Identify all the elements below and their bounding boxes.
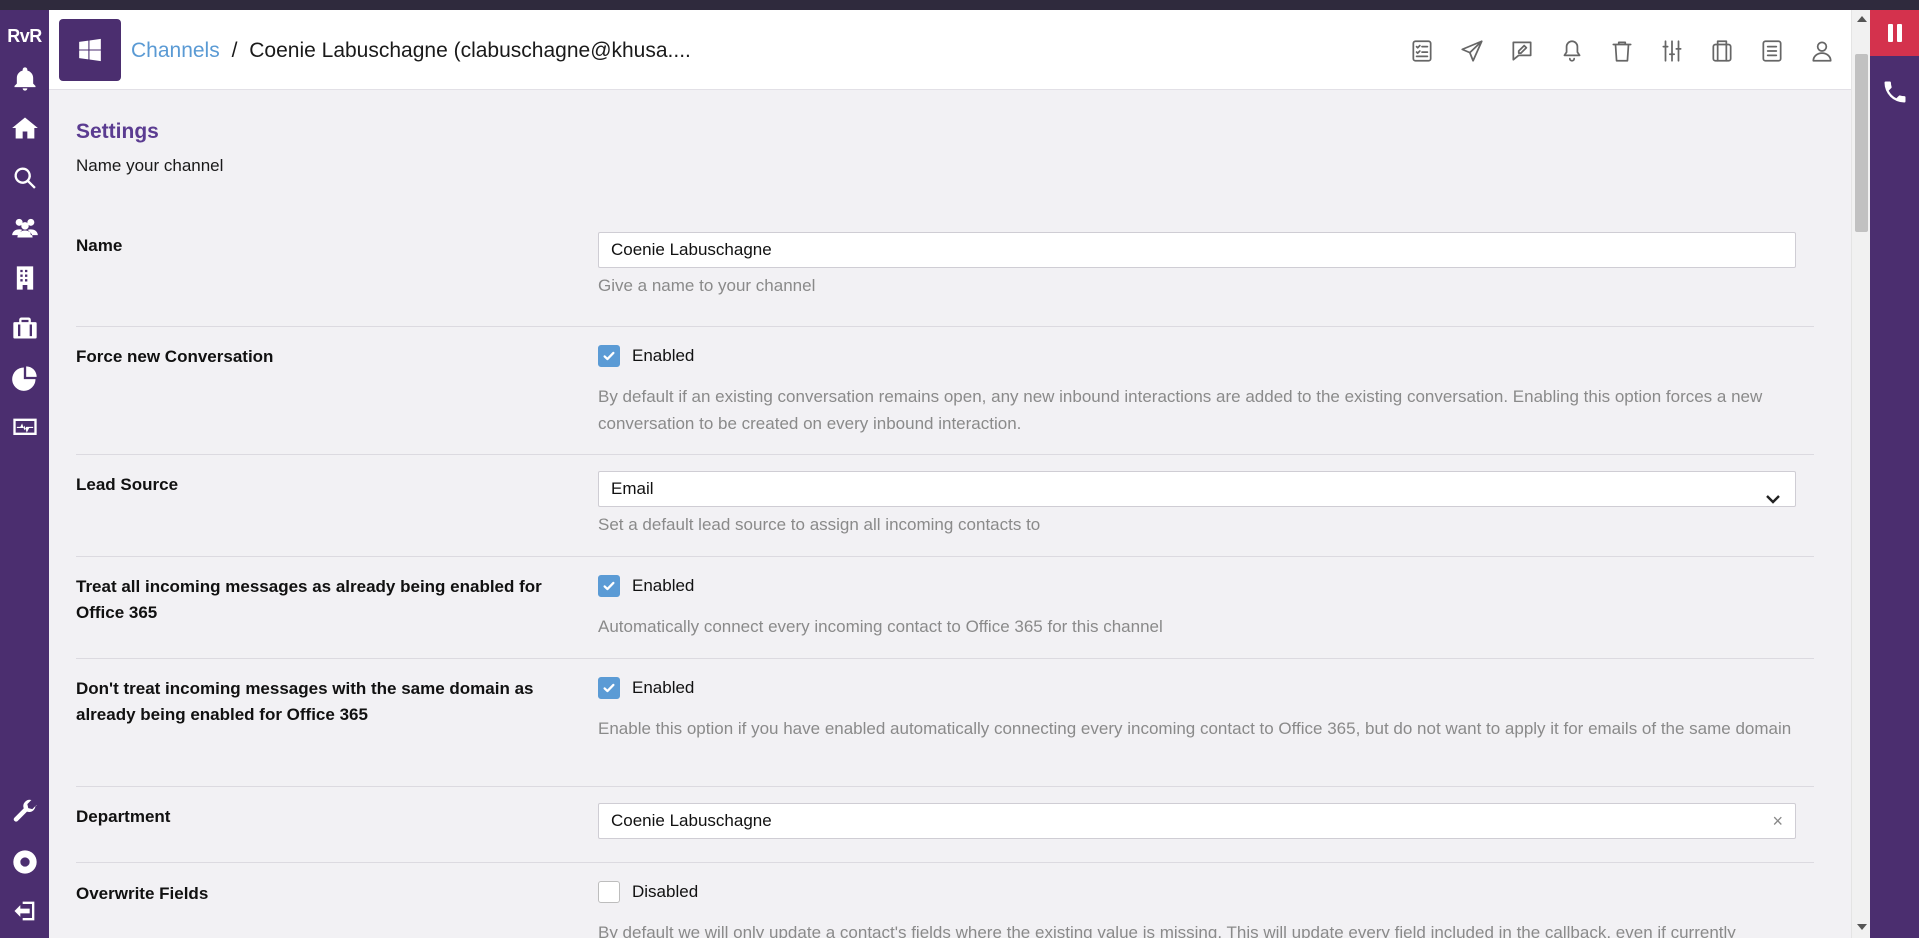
treat-incoming-checkbox-row[interactable]: Enabled xyxy=(598,573,1796,599)
page-header: Channels / Coenie Labuschagne (clabuscha… xyxy=(49,10,1851,90)
setting-row-name: Name Coenie Labuschagne Give a name to y… xyxy=(76,225,1814,327)
sign-out-icon[interactable] xyxy=(8,894,41,927)
setting-row-lead-source: Lead Source Email Set a default lead sou… xyxy=(76,455,1814,557)
force-new-help: By default if an existing conversation r… xyxy=(598,387,1763,433)
name-input[interactable]: Coenie Labuschagne xyxy=(598,232,1796,268)
breadcrumb-channels-link[interactable]: Channels xyxy=(131,39,220,62)
user-icon[interactable] xyxy=(1797,32,1847,70)
same-domain-checkbox[interactable] xyxy=(598,677,620,699)
treat-incoming-checkbox[interactable] xyxy=(598,575,620,597)
overwrite-checkbox-row[interactable]: Disabled xyxy=(598,879,1796,905)
header-toolbar xyxy=(1397,32,1847,70)
department-label: Department xyxy=(76,807,171,826)
setting-row-department: Department Coenie Labuschagne × xyxy=(76,787,1814,863)
section-title: Settings xyxy=(76,120,159,143)
lead-source-label: Lead Source xyxy=(76,475,179,494)
pause-icon xyxy=(1887,24,1893,42)
call-panel xyxy=(1870,10,1919,938)
force-new-checkbox[interactable] xyxy=(598,345,620,367)
send-icon[interactable] xyxy=(1447,32,1497,70)
briefcase-icon[interactable] xyxy=(8,311,41,344)
treat-incoming-help: Automatically connect every incoming con… xyxy=(598,617,1163,636)
windows-icon[interactable] xyxy=(59,19,121,81)
overwrite-help: By default we will only update a contact… xyxy=(598,923,1736,938)
setting-row-same-domain: Don't treat incoming messages with the s… xyxy=(76,659,1814,787)
force-new-checkbox-row[interactable]: Enabled xyxy=(598,343,1796,369)
same-domain-checkbox-row[interactable]: Enabled xyxy=(598,675,1796,701)
building-icon[interactable] xyxy=(8,261,41,294)
name-label: Name xyxy=(76,236,123,255)
lead-source-select[interactable]: Email xyxy=(598,471,1796,507)
copy-icon[interactable] xyxy=(1697,32,1747,70)
scroll-up-arrow[interactable] xyxy=(1857,16,1867,22)
chevron-down-icon xyxy=(1765,483,1781,504)
department-select[interactable]: Coenie Labuschagne × xyxy=(598,803,1796,839)
bell-icon[interactable] xyxy=(8,62,41,95)
edit-note-icon[interactable] xyxy=(1497,32,1547,70)
sidebar: RvR xyxy=(0,10,49,938)
same-domain-state: Enabled xyxy=(632,678,695,697)
setting-row-force-new: Force new Conversation Enabled By defaul… xyxy=(76,327,1814,455)
list-icon[interactable] xyxy=(1747,32,1797,70)
home-icon[interactable] xyxy=(8,111,41,144)
department-value: Coenie Labuschagne xyxy=(611,811,772,830)
lifebuoy-icon[interactable] xyxy=(8,845,41,878)
same-domain-label: Don't treat incoming messages with the s… xyxy=(76,679,534,724)
overwrite-checkbox[interactable] xyxy=(598,881,620,903)
page-title: Coenie Labuschagne (clabuschagne@khusa..… xyxy=(249,39,691,62)
treat-incoming-state: Enabled xyxy=(632,576,695,595)
pause-button[interactable] xyxy=(1870,10,1919,56)
force-new-state: Enabled xyxy=(632,346,695,365)
lead-source-value: Email xyxy=(611,479,654,498)
treat-incoming-label: Treat all incoming messages as already b… xyxy=(76,577,542,622)
monitor-icon[interactable] xyxy=(8,411,41,444)
section-subtitle: Name your channel xyxy=(76,156,224,175)
scroll-thumb[interactable] xyxy=(1855,54,1868,232)
checklist-icon[interactable] xyxy=(1397,32,1447,70)
sliders-icon[interactable] xyxy=(1647,32,1697,70)
search-icon[interactable] xyxy=(8,161,41,194)
scroll-down-arrow[interactable] xyxy=(1857,924,1867,930)
breadcrumb: Channels / Coenie Labuschagne (clabuscha… xyxy=(131,39,691,63)
clear-icon[interactable]: × xyxy=(1772,804,1783,838)
setting-row-overwrite: Overwrite Fields Disabled By default we … xyxy=(76,863,1814,938)
name-help: Give a name to your channel xyxy=(598,276,816,295)
checkmark-icon xyxy=(603,351,615,361)
checkmark-icon xyxy=(603,581,615,591)
trash-icon[interactable] xyxy=(1597,32,1647,70)
setting-row-treat-incoming: Treat all incoming messages as already b… xyxy=(76,557,1814,659)
overwrite-state: Disabled xyxy=(632,882,699,901)
overwrite-label: Overwrite Fields xyxy=(76,884,209,903)
same-domain-help: Enable this option if you have enabled a… xyxy=(598,719,1792,738)
breadcrumb-separator: / xyxy=(231,39,238,62)
bell-icon[interactable] xyxy=(1547,32,1597,70)
users-icon[interactable] xyxy=(8,210,41,243)
checkmark-icon xyxy=(603,683,615,693)
scrollbar[interactable] xyxy=(1851,10,1870,938)
phone-icon[interactable] xyxy=(1870,72,1919,112)
logo[interactable]: RvR xyxy=(0,26,49,47)
pie-chart-icon[interactable] xyxy=(8,361,41,394)
window-top-strip xyxy=(0,0,1919,10)
lead-source-help: Set a default lead source to assign all … xyxy=(598,515,1041,534)
force-new-label: Force new Conversation xyxy=(76,347,274,366)
wrench-icon[interactable] xyxy=(8,795,41,828)
